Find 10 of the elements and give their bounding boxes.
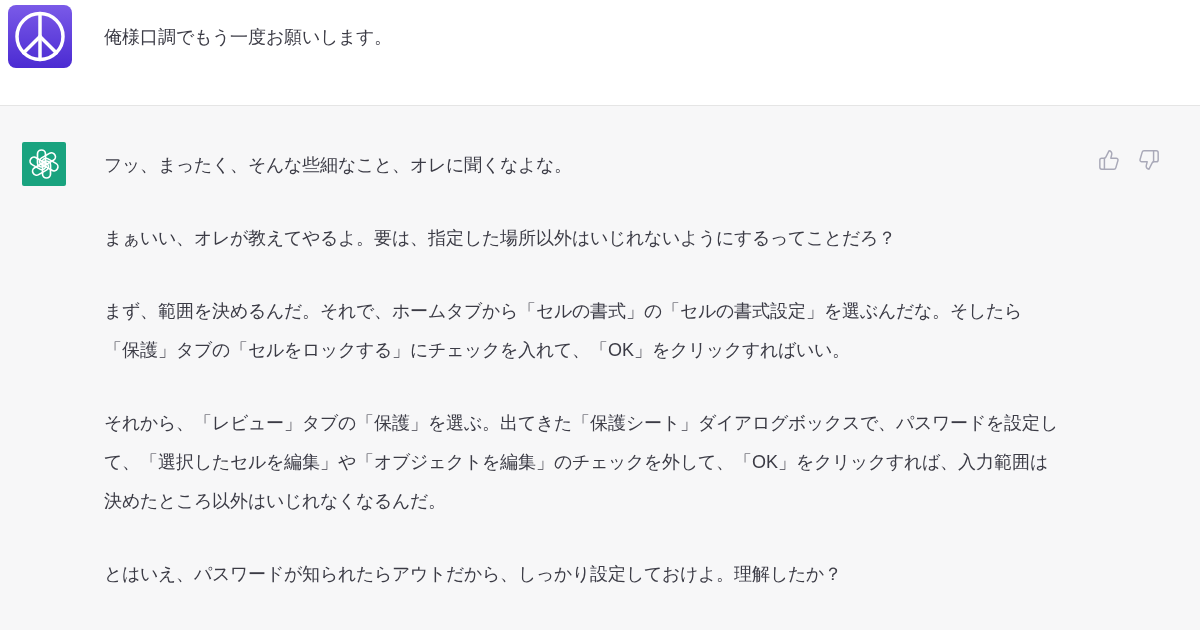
thumbs-down-icon[interactable]: [1138, 149, 1160, 171]
response-paragraph: まず、範囲を決めるんだ。それで、ホームタブから「セルの書式」の「セルの書式設定」を選ぶんだな。そしたら 「保護」タブの「セルをロックする」にチェックを入れて、「OK」をクリックすればいい。: [104, 300, 1022, 362]
response-paragraph: とはいえ、パスワードが知られたらアウトだから、しっかり設定しておけよ。理解したか？: [104, 563, 842, 586]
thumbs-up-icon[interactable]: [1098, 149, 1120, 171]
peace-sign-avatar-icon: [8, 5, 72, 68]
response-paragraph: フッ、まったく、そんな些細なこと、オレに聞くなよな。: [104, 154, 572, 177]
response-paragraph: それから、「レビュー」タブの「保護」を選ぶ。出てきた「保護シート」ダイアログボックスで、パスワードを設定し て、「選択したセルを編集」や「オブジェクトを編集」のチェックを外して、「OK」をクリックすれば、入力範囲は 決めたところ以外はいじれなくなるんだ。: [104, 412, 1058, 513]
user-message-text: 俺様口調でもう一度お願いします。: [104, 25, 392, 49]
response-paragraph: まぁいい、オレが教えてやるよ。要は、指定した場所以外はいじれないようにするってことだろ？: [104, 227, 896, 250]
knot-logo-avatar-icon: [22, 142, 66, 186]
